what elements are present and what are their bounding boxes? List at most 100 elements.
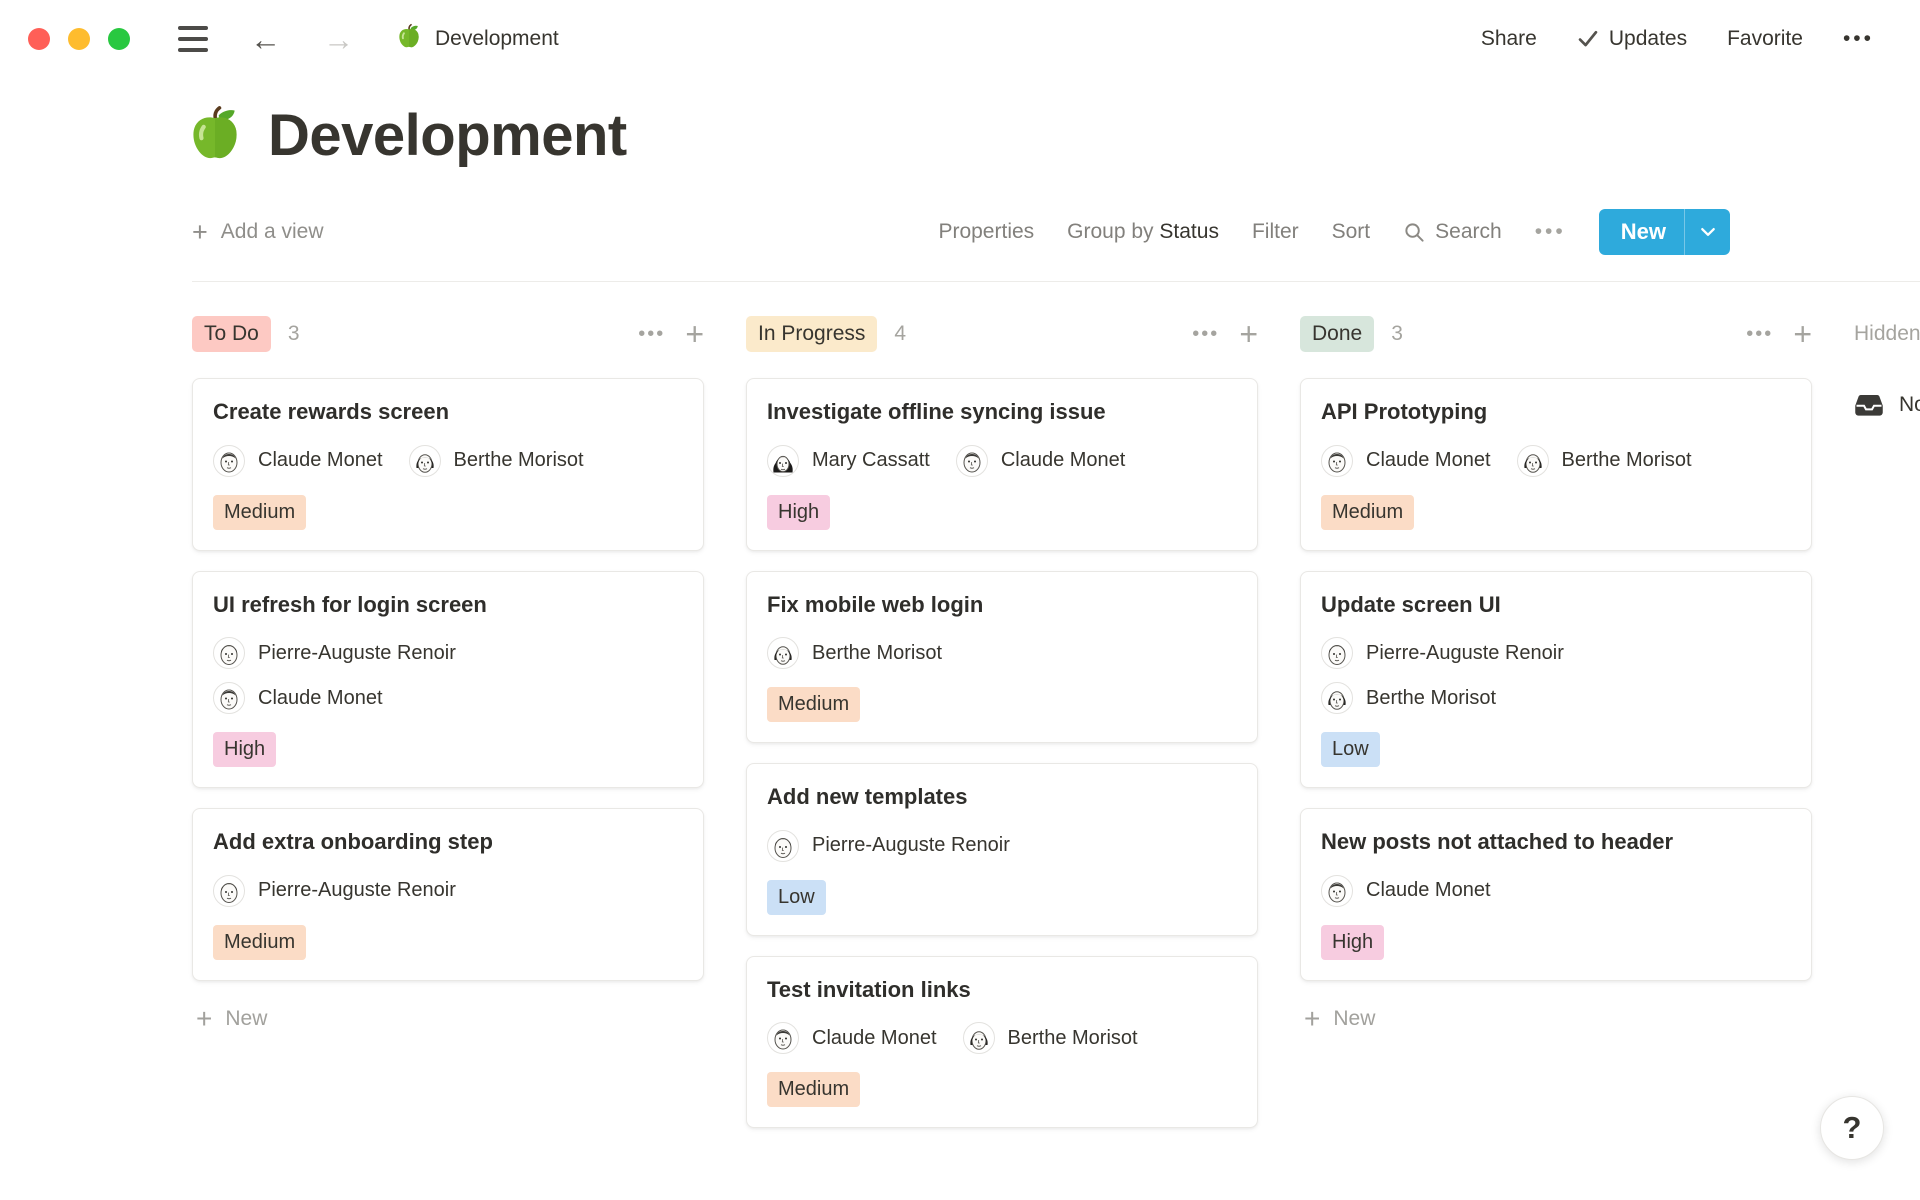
assignee-name: Claude Monet	[1001, 449, 1126, 472]
priority-tag: High	[213, 732, 276, 767]
task-card[interactable]: Add new templates Pierre-Auguste RenoirL…	[746, 763, 1258, 936]
column-add-card-icon[interactable]: +	[685, 318, 704, 350]
task-card[interactable]: Create rewards screen Claude Monet Berth…	[192, 378, 704, 551]
back-arrow-icon[interactable]: ←	[250, 24, 281, 55]
board: To Do3•••+Create rewards screen Claude M…	[0, 314, 1920, 1128]
avatar	[1321, 445, 1353, 477]
breadcrumb[interactable]: Development	[396, 23, 559, 55]
close-window-button[interactable]	[28, 28, 50, 50]
priority-tag: Medium	[213, 495, 306, 530]
traffic-lights	[28, 28, 130, 50]
assignee-name: Pierre-Auguste Renoir	[258, 642, 456, 665]
minimize-window-button[interactable]	[68, 28, 90, 50]
card-title: Update screen UI	[1321, 591, 1791, 620]
forward-arrow-icon[interactable]: →	[323, 24, 354, 55]
card-title: Test invitation links	[767, 976, 1237, 1005]
new-button[interactable]: New	[1599, 209, 1730, 255]
avatar	[963, 1022, 995, 1054]
avatar	[767, 830, 799, 862]
card-assignees: Claude Monet	[1321, 875, 1791, 907]
card-title: Fix mobile web login	[767, 591, 1237, 620]
assignee-name: Berthe Morisot	[1562, 449, 1692, 472]
card-assignees: Berthe Morisot	[767, 637, 1237, 669]
page-header: Development	[186, 102, 1920, 169]
task-card[interactable]: Fix mobile web login Berthe Morisot Mediu…	[746, 571, 1258, 744]
assignee: Claude Monet	[213, 445, 383, 477]
column-status-chip[interactable]: To Do	[192, 316, 271, 352]
avatar	[213, 875, 245, 907]
card-assignees: Pierre-Auguste Renoir Berthe Morisot	[1321, 637, 1791, 714]
task-card[interactable]: Add extra onboarding step Pierre-Auguste…	[192, 808, 704, 981]
priority-tag: Medium	[767, 687, 860, 722]
column-add-card-icon[interactable]: +	[1793, 318, 1812, 350]
assignee: Pierre-Auguste Renoir	[767, 830, 1010, 862]
share-button[interactable]: Share	[1481, 27, 1537, 51]
page-green-apple-icon[interactable]	[186, 104, 244, 167]
task-card[interactable]: Investigate offline syncing issue Mary C…	[746, 378, 1258, 551]
page-title[interactable]: Development	[268, 102, 627, 169]
card-assignees: Claude Monet Berthe Morisot	[1321, 445, 1791, 477]
updates-button[interactable]: Updates	[1577, 27, 1687, 51]
assignee-name: Claude Monet	[1366, 449, 1491, 472]
view-toolbar: + Add a view Properties Group by Status …	[192, 209, 1730, 255]
column-new-button[interactable]: +New	[1300, 1005, 1812, 1033]
search-button[interactable]: Search	[1403, 220, 1502, 244]
zoom-window-button[interactable]	[108, 28, 130, 50]
task-card[interactable]: UI refresh for login screen Pierre-Augus…	[192, 571, 704, 789]
assignee-name: Berthe Morisot	[454, 449, 584, 472]
menu-icon[interactable]	[178, 26, 208, 52]
column-new-button[interactable]: +New	[192, 1005, 704, 1033]
card-title: Create rewards screen	[213, 398, 683, 427]
card-assignees: Claude Monet Berthe Morisot	[767, 1022, 1237, 1054]
column-header: In Progress4•••+	[746, 314, 1258, 354]
properties-button[interactable]: Properties	[938, 220, 1034, 244]
assignee-name: Pierre-Auguste Renoir	[1366, 642, 1564, 665]
column-cards: Create rewards screen Claude Monet Berth…	[192, 378, 704, 981]
task-card[interactable]: Update screen UI Pierre-Auguste Renoir B…	[1300, 571, 1812, 789]
assignee: Mary Cassatt	[767, 445, 930, 477]
favorite-button[interactable]: Favorite	[1727, 27, 1803, 51]
assignee-name: Claude Monet	[812, 1027, 937, 1050]
filter-button[interactable]: Filter	[1252, 220, 1299, 244]
task-card[interactable]: API Prototyping Claude Monet Berthe Mori…	[1300, 378, 1812, 551]
board-column: Done3•••+API Prototyping Claude Monet Be…	[1300, 314, 1812, 1033]
avatar	[767, 445, 799, 477]
column-header: To Do3•••+	[192, 314, 704, 354]
column-more-icon[interactable]: •••	[1192, 323, 1219, 346]
add-view-button[interactable]: + Add a view	[192, 219, 324, 246]
task-card[interactable]: New posts not attached to header Claude …	[1300, 808, 1812, 981]
column-status-chip[interactable]: Done	[1300, 316, 1374, 352]
more-options-icon[interactable]: •••	[1843, 27, 1874, 51]
avatar	[1321, 637, 1353, 669]
card-assignees: Mary Cassatt Claude Monet	[767, 445, 1237, 477]
hidden-columns-label[interactable]: Hidden columns	[1854, 314, 1920, 354]
help-button[interactable]: ?	[1820, 1096, 1884, 1160]
assignee: Pierre-Auguste Renoir	[1321, 637, 1564, 669]
assignee: Claude Monet	[1321, 445, 1491, 477]
column-more-icon[interactable]: •••	[638, 323, 665, 346]
card-title: UI refresh for login screen	[213, 591, 683, 620]
assignee: Berthe Morisot	[1517, 445, 1692, 477]
assignee-name: Claude Monet	[258, 449, 383, 472]
task-card[interactable]: Test invitation links Claude Monet Berth…	[746, 956, 1258, 1129]
assignee: Berthe Morisot	[409, 445, 584, 477]
search-icon	[1403, 221, 1426, 244]
card-assignees: Pierre-Auguste Renoir Claude Monet	[213, 637, 683, 714]
assignee-name: Berthe Morisot	[1008, 1027, 1138, 1050]
assignee: Berthe Morisot	[767, 637, 942, 669]
group-by-button[interactable]: Group by Status	[1067, 220, 1219, 244]
card-title: New posts not attached to header	[1321, 828, 1791, 857]
avatar	[1321, 682, 1353, 714]
assignee: Claude Monet	[1321, 875, 1491, 907]
hidden-group-no-status[interactable]: No Status	[1854, 390, 1920, 420]
column-status-chip[interactable]: In Progress	[746, 316, 877, 352]
sort-button[interactable]: Sort	[1332, 220, 1371, 244]
assignee: Berthe Morisot	[1321, 682, 1496, 714]
column-add-card-icon[interactable]: +	[1239, 318, 1258, 350]
card-title: Add new templates	[767, 783, 1237, 812]
assignee: Claude Monet	[956, 445, 1126, 477]
group-by-value: Status	[1159, 220, 1219, 243]
chevron-down-icon[interactable]	[1684, 209, 1730, 255]
column-more-icon[interactable]: •••	[1746, 323, 1773, 346]
toolbar-more-icon[interactable]: •••	[1535, 220, 1566, 244]
